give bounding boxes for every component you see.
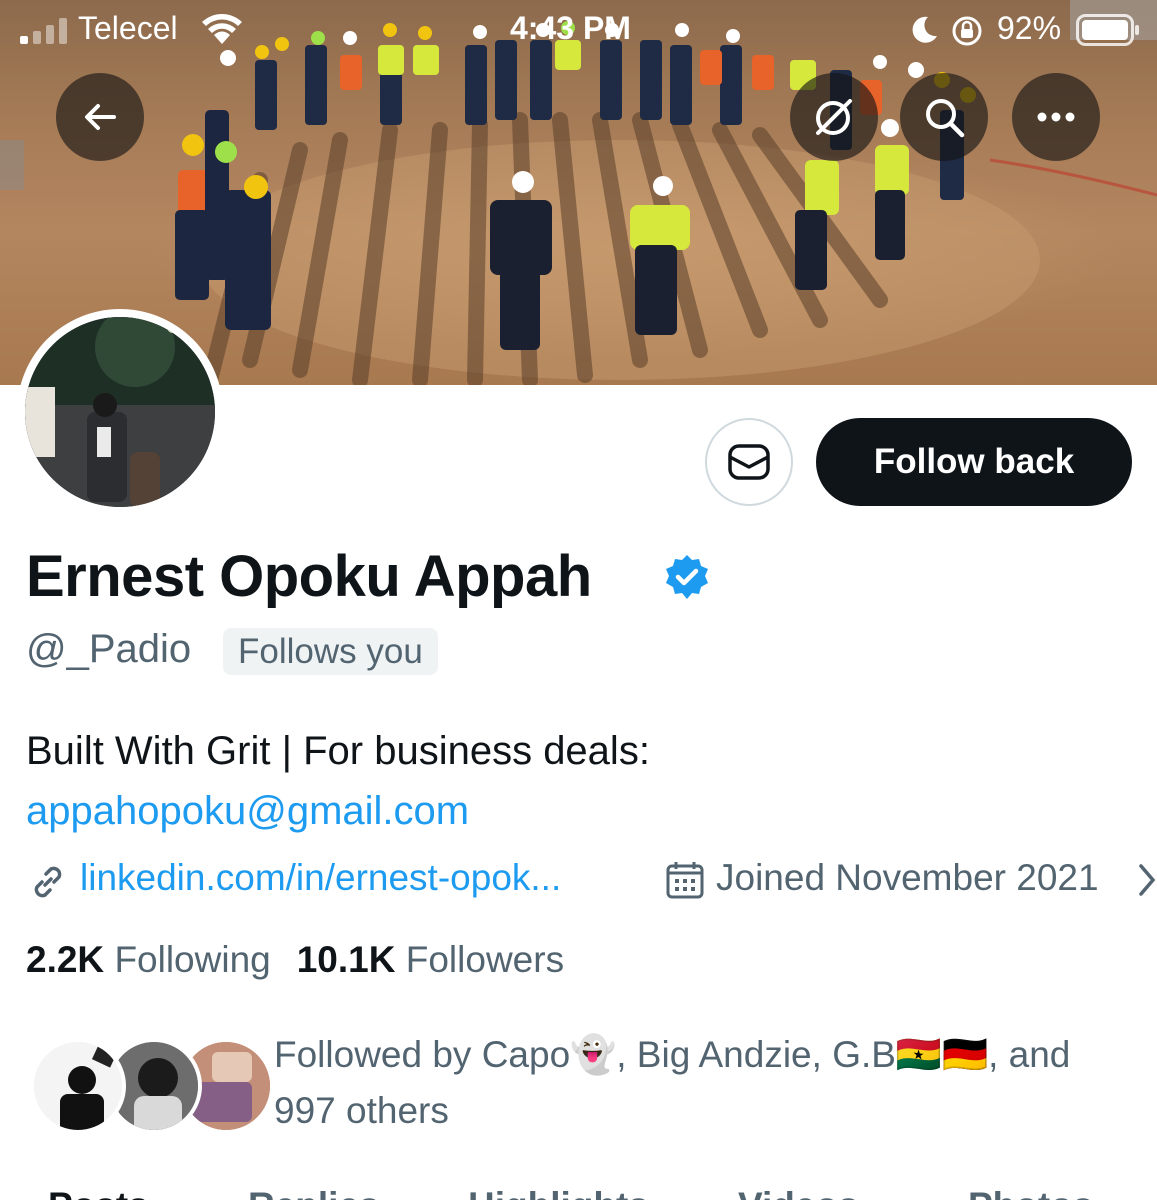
orientation-lock-icon: [952, 16, 982, 46]
bio-text: Built With Grit | For business deals:: [26, 729, 650, 773]
wifi-icon: [202, 13, 242, 44]
more-icon: [1037, 112, 1075, 122]
followers-label: Followers: [405, 939, 565, 980]
status-bar: Telecel 4:43 PM 92%: [0, 0, 1157, 60]
envelope-icon: [728, 444, 770, 480]
profile-avatar[interactable]: [17, 309, 223, 515]
followed-by-text[interactable]: Followed by Capo👻, Big Andzie, G.B🇬🇭🇩🇪, …: [274, 1027, 1134, 1139]
follows-you-badge: Follows you: [223, 628, 438, 675]
bio-email-link[interactable]: appahopoku@gmail.com: [26, 781, 1126, 841]
tab-photos[interactable]: Photos: [968, 1185, 1093, 1200]
following-count: 2.2K: [26, 939, 105, 980]
verified-badge-icon[interactable]: [663, 553, 711, 601]
search-icon: [926, 99, 965, 138]
joined-date: Joined November 2021: [716, 857, 1099, 898]
tab-videos[interactable]: Videos: [738, 1185, 859, 1200]
followed-by-line2: 997 others: [274, 1090, 449, 1131]
tab-posts[interactable]: Posts: [48, 1185, 149, 1200]
link-icon: [34, 866, 62, 898]
avatar-photo: [25, 317, 215, 507]
grok-button[interactable]: [790, 73, 878, 161]
username-handle: @_Padio: [26, 627, 192, 671]
display-name: Ernest Opoku Appah: [26, 544, 592, 609]
more-options-button[interactable]: [1012, 73, 1100, 161]
mutual-follower-avatar: [30, 1038, 126, 1134]
chevron-right-icon[interactable]: [1137, 862, 1157, 898]
battery-percentage: 92%: [997, 10, 1062, 46]
grok-icon: [816, 99, 852, 135]
following-label: Following: [114, 939, 271, 980]
following-stat[interactable]: 2.2K Following: [26, 939, 271, 980]
profile-bio: Built With Grit | For business deals: ap…: [26, 721, 1126, 841]
follow-back-button[interactable]: Follow back: [816, 418, 1132, 506]
tab-replies[interactable]: Replies: [248, 1185, 380, 1200]
mutual-followers-avatars[interactable]: [30, 1038, 274, 1134]
carrier-name: Telecel: [78, 10, 178, 46]
arrow-left-icon: [85, 104, 116, 130]
followers-stat[interactable]: 10.1K Followers: [297, 939, 564, 980]
website-link[interactable]: linkedin.com/in/ernest-opok...: [80, 857, 561, 899]
status-time: 4:43 PM: [510, 10, 631, 46]
profile-tabs: Posts Replies Highlights Videos Photos: [0, 1185, 1157, 1200]
cellular-signal-icon: [20, 18, 67, 44]
followers-count: 10.1K: [296, 939, 396, 980]
message-button[interactable]: [705, 418, 793, 506]
search-button[interactable]: [900, 73, 988, 161]
do-not-disturb-moon-icon: [912, 16, 937, 43]
tab-highlights[interactable]: Highlights: [468, 1185, 649, 1200]
back-button[interactable]: [56, 73, 144, 161]
calendar-icon: [666, 862, 704, 899]
battery-icon: [1076, 14, 1139, 46]
follow-stats: 2.2K Following 10.1K Followers: [26, 939, 564, 981]
followed-by-line1: Followed by Capo👻, Big Andzie, G.B🇬🇭🇩🇪, …: [274, 1034, 1071, 1075]
